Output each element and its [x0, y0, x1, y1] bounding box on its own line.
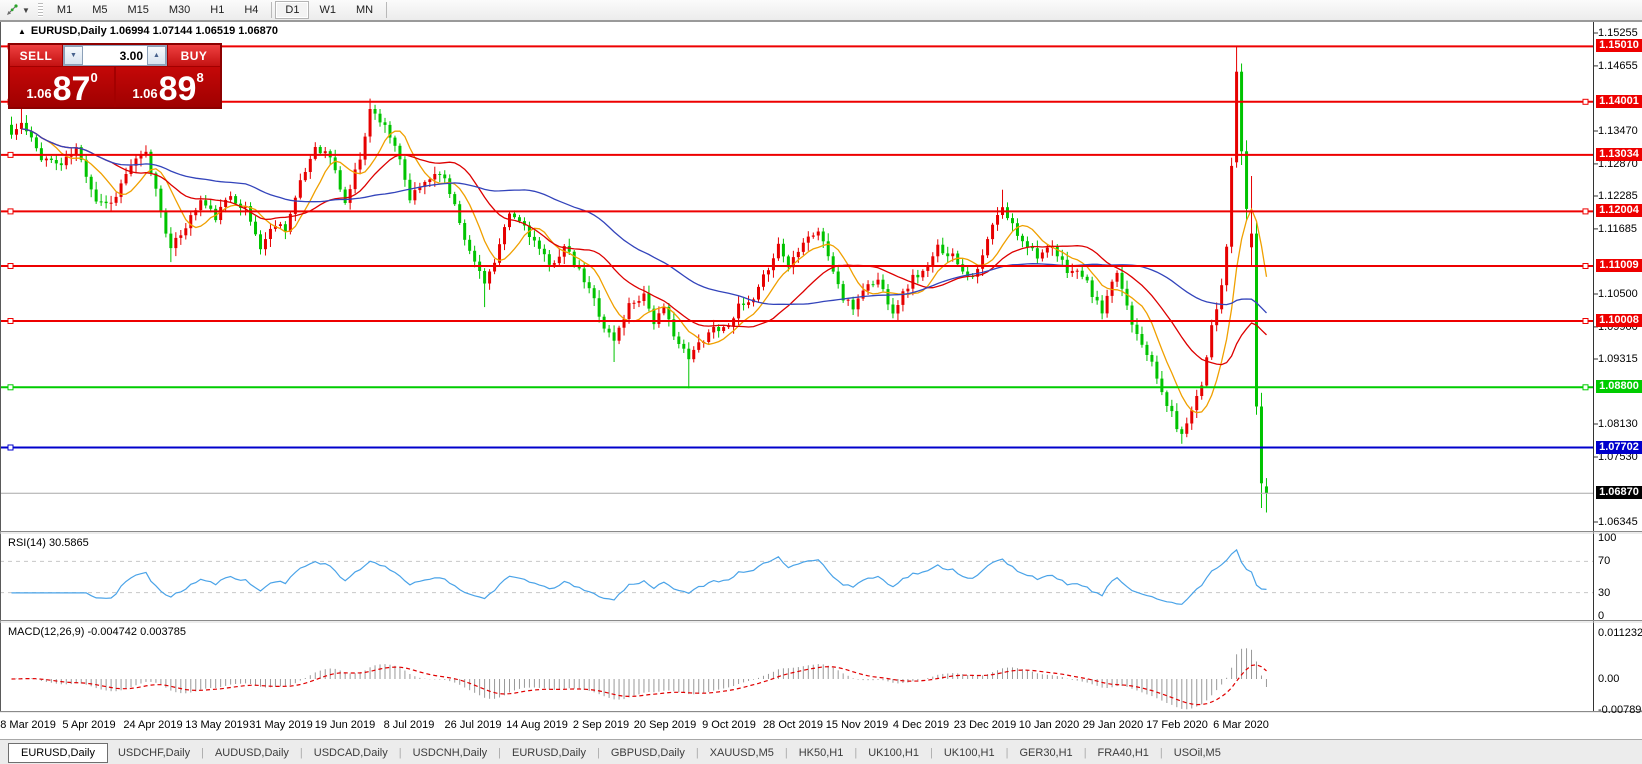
rsi-axis-tick: 70: [1598, 555, 1610, 567]
price-level-label: 1.13034: [1596, 148, 1642, 161]
symbol-tab-usdcad-daily[interactable]: USDCAD,Daily: [304, 744, 398, 762]
rsi-axis-tick: 30: [1598, 587, 1610, 599]
sell-button[interactable]: SELL: [10, 45, 62, 66]
tab-separator: |: [854, 747, 857, 759]
chart-plot-area: [0, 0, 1642, 713]
time-axis-label: 26 Jul 2019: [445, 719, 502, 731]
price-axis-tick: 1.14655: [1598, 60, 1642, 72]
time-axis-label: 6 Mar 2020: [1213, 719, 1269, 731]
price-level-label: 1.10008: [1596, 314, 1642, 327]
tab-separator: |: [1084, 747, 1087, 759]
rsi-axis-tick: 100: [1598, 532, 1616, 544]
price-axis-tick: 1.11685: [1598, 223, 1642, 235]
time-axis-label: 17 Feb 2020: [1146, 719, 1208, 731]
time-axis-label: 9 Oct 2019: [702, 719, 756, 731]
volume-spinner: ▼ ▲: [63, 45, 167, 66]
tab-separator: |: [1160, 747, 1163, 759]
price-axis-tick: 1.12285: [1598, 190, 1642, 202]
symbol-tab-uk100-h1[interactable]: UK100,H1: [934, 744, 1005, 762]
buy-price-box[interactable]: 1.06 89 8: [116, 67, 220, 107]
rsi-indicator-label: RSI(14) 30.5865: [8, 537, 89, 549]
tab-separator: |: [1006, 747, 1009, 759]
symbol-tab-uk100-h1[interactable]: UK100,H1: [858, 744, 929, 762]
tab-separator: |: [201, 747, 204, 759]
time-axis-label: 19 Jun 2019: [315, 719, 376, 731]
volume-decrease-button[interactable]: ▼: [64, 46, 83, 65]
time-axis-label: 18 Mar 2019: [0, 719, 56, 731]
price-level-label: 1.08800: [1596, 380, 1642, 393]
symbol-tab-usdcnh-daily[interactable]: USDCNH,Daily: [403, 744, 498, 762]
sell-price-prefix: 1.06: [26, 86, 51, 101]
symbol-tab-gbpusd-daily[interactable]: GBPUSD,Daily: [601, 744, 695, 762]
price-axis-tick: 1.09315: [1598, 353, 1642, 365]
chart-title: ▲ EURUSD,Daily 1.06994 1.07144 1.06519 1.…: [18, 25, 278, 37]
symbol-tab-bar: EURUSD,DailyUSDCHF,Daily|AUDUSD,Daily|US…: [0, 739, 1642, 764]
time-axis-label: 8 Jul 2019: [384, 719, 435, 731]
tab-separator: |: [785, 747, 788, 759]
buy-price-prefix: 1.06: [132, 86, 157, 101]
macd-axis-tick: 0.011232: [1598, 627, 1642, 639]
time-axis-label: 28 Oct 2019: [763, 719, 823, 731]
buy-price-sup: 8: [196, 70, 203, 85]
time-axis-label: 20 Sep 2019: [634, 719, 696, 731]
tab-separator: |: [399, 747, 402, 759]
trading-platform-window: ▼ M1M5M15M30H1H4D1W1MN ▲EURUSD,Daily 1.0…: [0, 0, 1642, 764]
symbol-tab-usoil-m5[interactable]: USOil,M5: [1164, 744, 1231, 762]
tab-separator: |: [498, 747, 501, 759]
symbol-tab-eurusd-daily[interactable]: EURUSD,Daily: [502, 744, 596, 762]
time-axis-label: 5 Apr 2019: [62, 719, 115, 731]
symbol-tab-audusd-daily[interactable]: AUDUSD,Daily: [205, 744, 299, 762]
buy-price-big: 89: [159, 73, 197, 105]
tab-separator: |: [300, 747, 303, 759]
chart-ohlc-values: 1.06994 1.07144 1.06519 1.06870: [110, 25, 278, 37]
volume-input[interactable]: [83, 46, 147, 65]
time-axis-label: 23 Dec 2019: [954, 719, 1016, 731]
time-axis-label: 29 Jan 2020: [1083, 719, 1144, 731]
tab-separator: |: [696, 747, 699, 759]
time-axis-label: 14 Aug 2019: [506, 719, 568, 731]
price-level-label: 1.15010: [1596, 39, 1642, 52]
symbol-tab-xauusd-m5[interactable]: XAUUSD,M5: [700, 744, 784, 762]
price-axis-tick: 1.10500: [1598, 288, 1642, 300]
symbol-tab-eurusd-daily[interactable]: EURUSD,Daily: [8, 743, 108, 763]
price-level-label: 1.12004: [1596, 204, 1642, 217]
buy-button[interactable]: BUY: [168, 45, 220, 66]
chart-symbol: EURUSD,Daily: [31, 25, 107, 37]
collapse-triangle-icon[interactable]: ▲: [18, 27, 26, 36]
time-axis-label: 13 May 2019: [185, 719, 249, 731]
rsi-axis-tick: 0: [1598, 610, 1604, 622]
symbol-tab-usdchf-daily[interactable]: USDCHF,Daily: [108, 744, 200, 762]
price-axis-tick: 1.06345: [1598, 516, 1642, 528]
price-axis-tick: 1.15255: [1598, 27, 1642, 39]
time-axis-label: 24 Apr 2019: [123, 719, 182, 731]
time-axis-label: 15 Nov 2019: [826, 719, 888, 731]
volume-increase-button[interactable]: ▲: [147, 46, 166, 65]
price-level-label: 1.11009: [1596, 259, 1642, 272]
tab-separator: |: [597, 747, 600, 759]
time-axis: 18 Mar 2019 5 Apr 2019 24 Apr 201913 May 2…: [0, 713, 1642, 739]
time-axis-label: 10 Jan 2020: [1019, 719, 1080, 731]
price-level-label: 1.06870: [1596, 486, 1642, 499]
time-axis-label: 31 May 2019: [249, 719, 313, 731]
symbol-tab-ger30-h1[interactable]: GER30,H1: [1009, 744, 1082, 762]
macd-indicator-label: MACD(12,26,9) -0.004742 0.003785: [8, 626, 186, 638]
price-level-label: 1.14001: [1596, 95, 1642, 108]
sell-price-sup: 0: [90, 70, 97, 85]
sell-price-box[interactable]: 1.06 87 0: [10, 67, 114, 107]
symbol-tab-hk50-h1[interactable]: HK50,H1: [789, 744, 854, 762]
sell-price-big: 87: [53, 73, 91, 105]
tab-separator: |: [930, 747, 933, 759]
macd-axis-tick: 0.00: [1598, 673, 1619, 685]
price-axis-tick: 1.08130: [1598, 418, 1642, 430]
time-axis-label: 2 Sep 2019: [573, 719, 629, 731]
symbol-tab-fra40-h1[interactable]: FRA40,H1: [1088, 744, 1159, 762]
time-axis-label: 4 Dec 2019: [893, 719, 949, 731]
price-level-label: 1.07702: [1596, 441, 1642, 454]
one-click-trade-panel: SELL ▼ ▲ BUY 1.06 87 0 1.06 89 8: [8, 43, 222, 109]
price-axis-tick: 1.13470: [1598, 125, 1642, 137]
